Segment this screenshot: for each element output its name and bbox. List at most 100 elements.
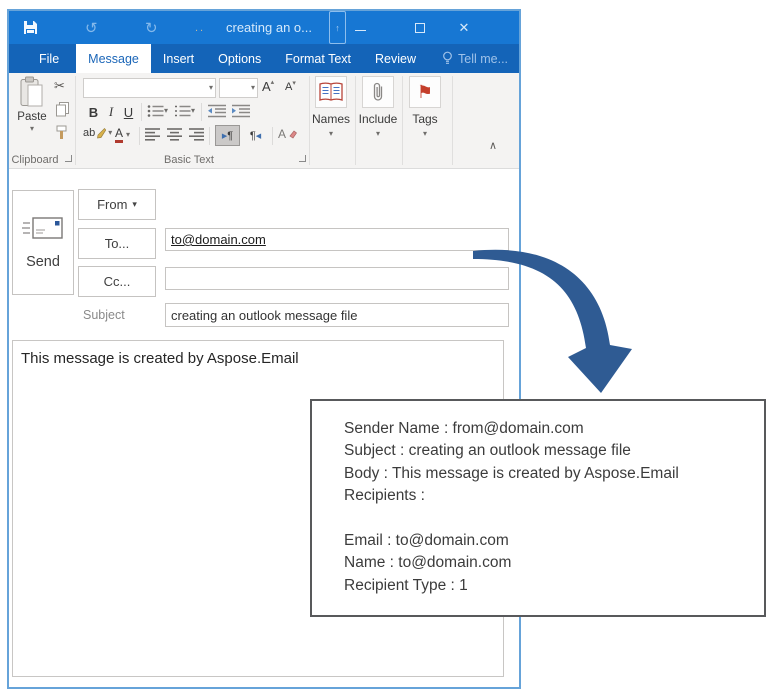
grow-font-button[interactable]: A ▴ xyxy=(262,79,274,94)
to-button[interactable]: To... xyxy=(78,228,156,259)
clipboard-icon xyxy=(20,76,43,107)
ribbon: Paste ▾ ✂ Clipboard ▾ ▾ A ▴ A ▾ B I U ▾ … xyxy=(9,73,519,169)
align-right-button[interactable] xyxy=(189,128,205,141)
tab-format-text[interactable]: Format Text xyxy=(273,44,363,73)
maximize-icon xyxy=(415,22,425,33)
cc-input[interactable] xyxy=(165,267,509,290)
tags-button[interactable]: ⚑ Tags ▾ xyxy=(403,76,447,138)
ltr-paragraph-button[interactable]: ▶ ¶ xyxy=(215,125,240,146)
group-separator xyxy=(452,76,453,165)
subject-value: creating an outlook message file xyxy=(171,307,358,323)
lightbulb-icon xyxy=(443,51,452,64)
send-button[interactable]: Send xyxy=(12,190,74,295)
names-button[interactable]: Names ▾ xyxy=(307,76,355,138)
callout-subject-line: Subject : creating an outlook message fi… xyxy=(344,442,631,460)
from-button[interactable]: From ▾ xyxy=(78,189,156,220)
tell-me-box[interactable]: Tell me... xyxy=(430,44,520,73)
font-name-combobox[interactable]: ▾ xyxy=(83,78,216,98)
chevron-down-icon: ▾ xyxy=(126,130,131,139)
eraser-icon xyxy=(289,130,297,138)
address-book-icon xyxy=(319,82,343,101)
tab-review[interactable]: Review xyxy=(363,44,428,73)
tab-options[interactable]: Options xyxy=(206,44,273,73)
subject-input[interactable]: creating an outlook message file xyxy=(165,303,509,327)
align-center-button[interactable] xyxy=(167,128,183,141)
tab-file[interactable]: File xyxy=(22,44,76,73)
maximize-button[interactable] xyxy=(405,11,435,44)
quick-access-overflow-icon[interactable]: .. xyxy=(195,11,205,44)
copy-icon[interactable] xyxy=(56,102,70,120)
include-button[interactable]: Include ▾ xyxy=(354,76,402,138)
names-label: Names xyxy=(311,112,350,126)
highlighter-pen-icon xyxy=(97,127,107,138)
underline-button[interactable]: U xyxy=(120,102,137,122)
subject-label: Subject xyxy=(83,308,125,322)
ribbon-display-options-icon[interactable]: ↑ xyxy=(329,11,346,44)
pilcrow-ltr-label: ¶ xyxy=(227,129,234,142)
increase-indent-icon xyxy=(232,104,250,118)
close-button[interactable]: ✕ xyxy=(449,11,479,44)
numbering-button[interactable]: ▾ xyxy=(174,104,195,118)
chevron-down-icon: ▾ xyxy=(250,83,255,92)
font-size-combobox[interactable]: ▾ xyxy=(219,78,258,98)
paste-button[interactable]: Paste ▾ xyxy=(11,76,53,133)
minimize-icon xyxy=(354,30,366,31)
mini-separator xyxy=(201,103,202,121)
clear-format-label: A xyxy=(278,127,287,141)
mini-separator xyxy=(272,127,273,145)
highlight-button[interactable]: ab ▾ xyxy=(83,127,112,139)
save-icon[interactable] xyxy=(23,11,38,44)
screenshot-canvas: ↺ ↻ .. creating an o... ↑ ✕ File Message… xyxy=(0,0,773,697)
paperclip-icon xyxy=(373,82,383,101)
ribbon-tabs: File Message Insert Options Format Text … xyxy=(9,44,519,73)
align-left-button[interactable] xyxy=(145,128,161,141)
basic-text-dialog-launcher-icon[interactable] xyxy=(299,155,306,162)
clipboard-group-label: Clipboard xyxy=(11,154,59,166)
tags-label: Tags xyxy=(412,112,438,126)
shrink-font-button[interactable]: A ▾ xyxy=(285,80,296,94)
bold-button[interactable]: B xyxy=(85,102,102,122)
tags-dropdown-icon: ▾ xyxy=(422,129,427,138)
increase-indent-button[interactable] xyxy=(231,104,251,118)
font-color-button[interactable]: A ▾ xyxy=(115,127,130,143)
clipboard-dialog-launcher-icon[interactable] xyxy=(65,155,72,162)
cut-icon[interactable]: ✂ xyxy=(54,78,65,94)
shrink-font-label: A xyxy=(285,81,293,93)
tab-insert[interactable]: Insert xyxy=(151,44,206,73)
callout-email-line: Email : to@domain.com xyxy=(344,532,509,550)
align-center-icon xyxy=(167,128,182,141)
rtl-paragraph-button[interactable]: ¶ ◀ xyxy=(243,125,268,146)
align-left-icon xyxy=(145,128,160,141)
collapse-ribbon-icon[interactable]: ∧ xyxy=(489,139,497,152)
from-dropdown-icon: ▾ xyxy=(132,199,137,209)
paste-dropdown-icon: ▾ xyxy=(29,124,34,133)
tell-me-label: Tell me... xyxy=(458,51,509,66)
minimize-button[interactable] xyxy=(345,11,375,44)
redo-icon[interactable]: ↻ xyxy=(145,11,158,44)
mini-separator xyxy=(141,103,142,121)
format-painter-icon[interactable] xyxy=(55,125,68,144)
chevron-down-icon: ▾ xyxy=(164,106,169,115)
callout-name-line: Name : to@domain.com xyxy=(344,554,512,572)
bullets-button[interactable]: ▾ xyxy=(147,104,168,118)
up-caret-icon: ▴ xyxy=(270,79,275,86)
callout-recipients-line: Recipients : xyxy=(344,487,425,505)
cc-button[interactable]: Cc... xyxy=(78,266,156,297)
decrease-indent-button[interactable] xyxy=(207,104,227,118)
tab-message[interactable]: Message xyxy=(76,44,151,73)
to-recipient[interactable]: to@domain.com xyxy=(171,232,266,247)
grow-font-label: A xyxy=(262,79,271,94)
callout-recipient-type-line: Recipient Type : 1 xyxy=(344,576,468,594)
italic-button[interactable]: I xyxy=(104,102,118,122)
message-properties-callout: Sender Name : from@domain.com Subject : … xyxy=(310,399,766,617)
from-label: From xyxy=(97,197,128,212)
font-color-label: A xyxy=(115,127,124,143)
cc-label: Cc... xyxy=(103,274,131,289)
clear-formatting-button[interactable]: A xyxy=(278,127,297,141)
undo-icon[interactable]: ↺ xyxy=(85,11,98,44)
window-title: creating an o... xyxy=(226,20,312,35)
chevron-down-icon: ▾ xyxy=(191,106,196,115)
to-input[interactable]: to@domain.com xyxy=(165,228,509,251)
message-body-text: This message is created by Aspose.Email xyxy=(21,350,299,367)
basic-text-group-label: Basic Text xyxy=(164,154,214,166)
